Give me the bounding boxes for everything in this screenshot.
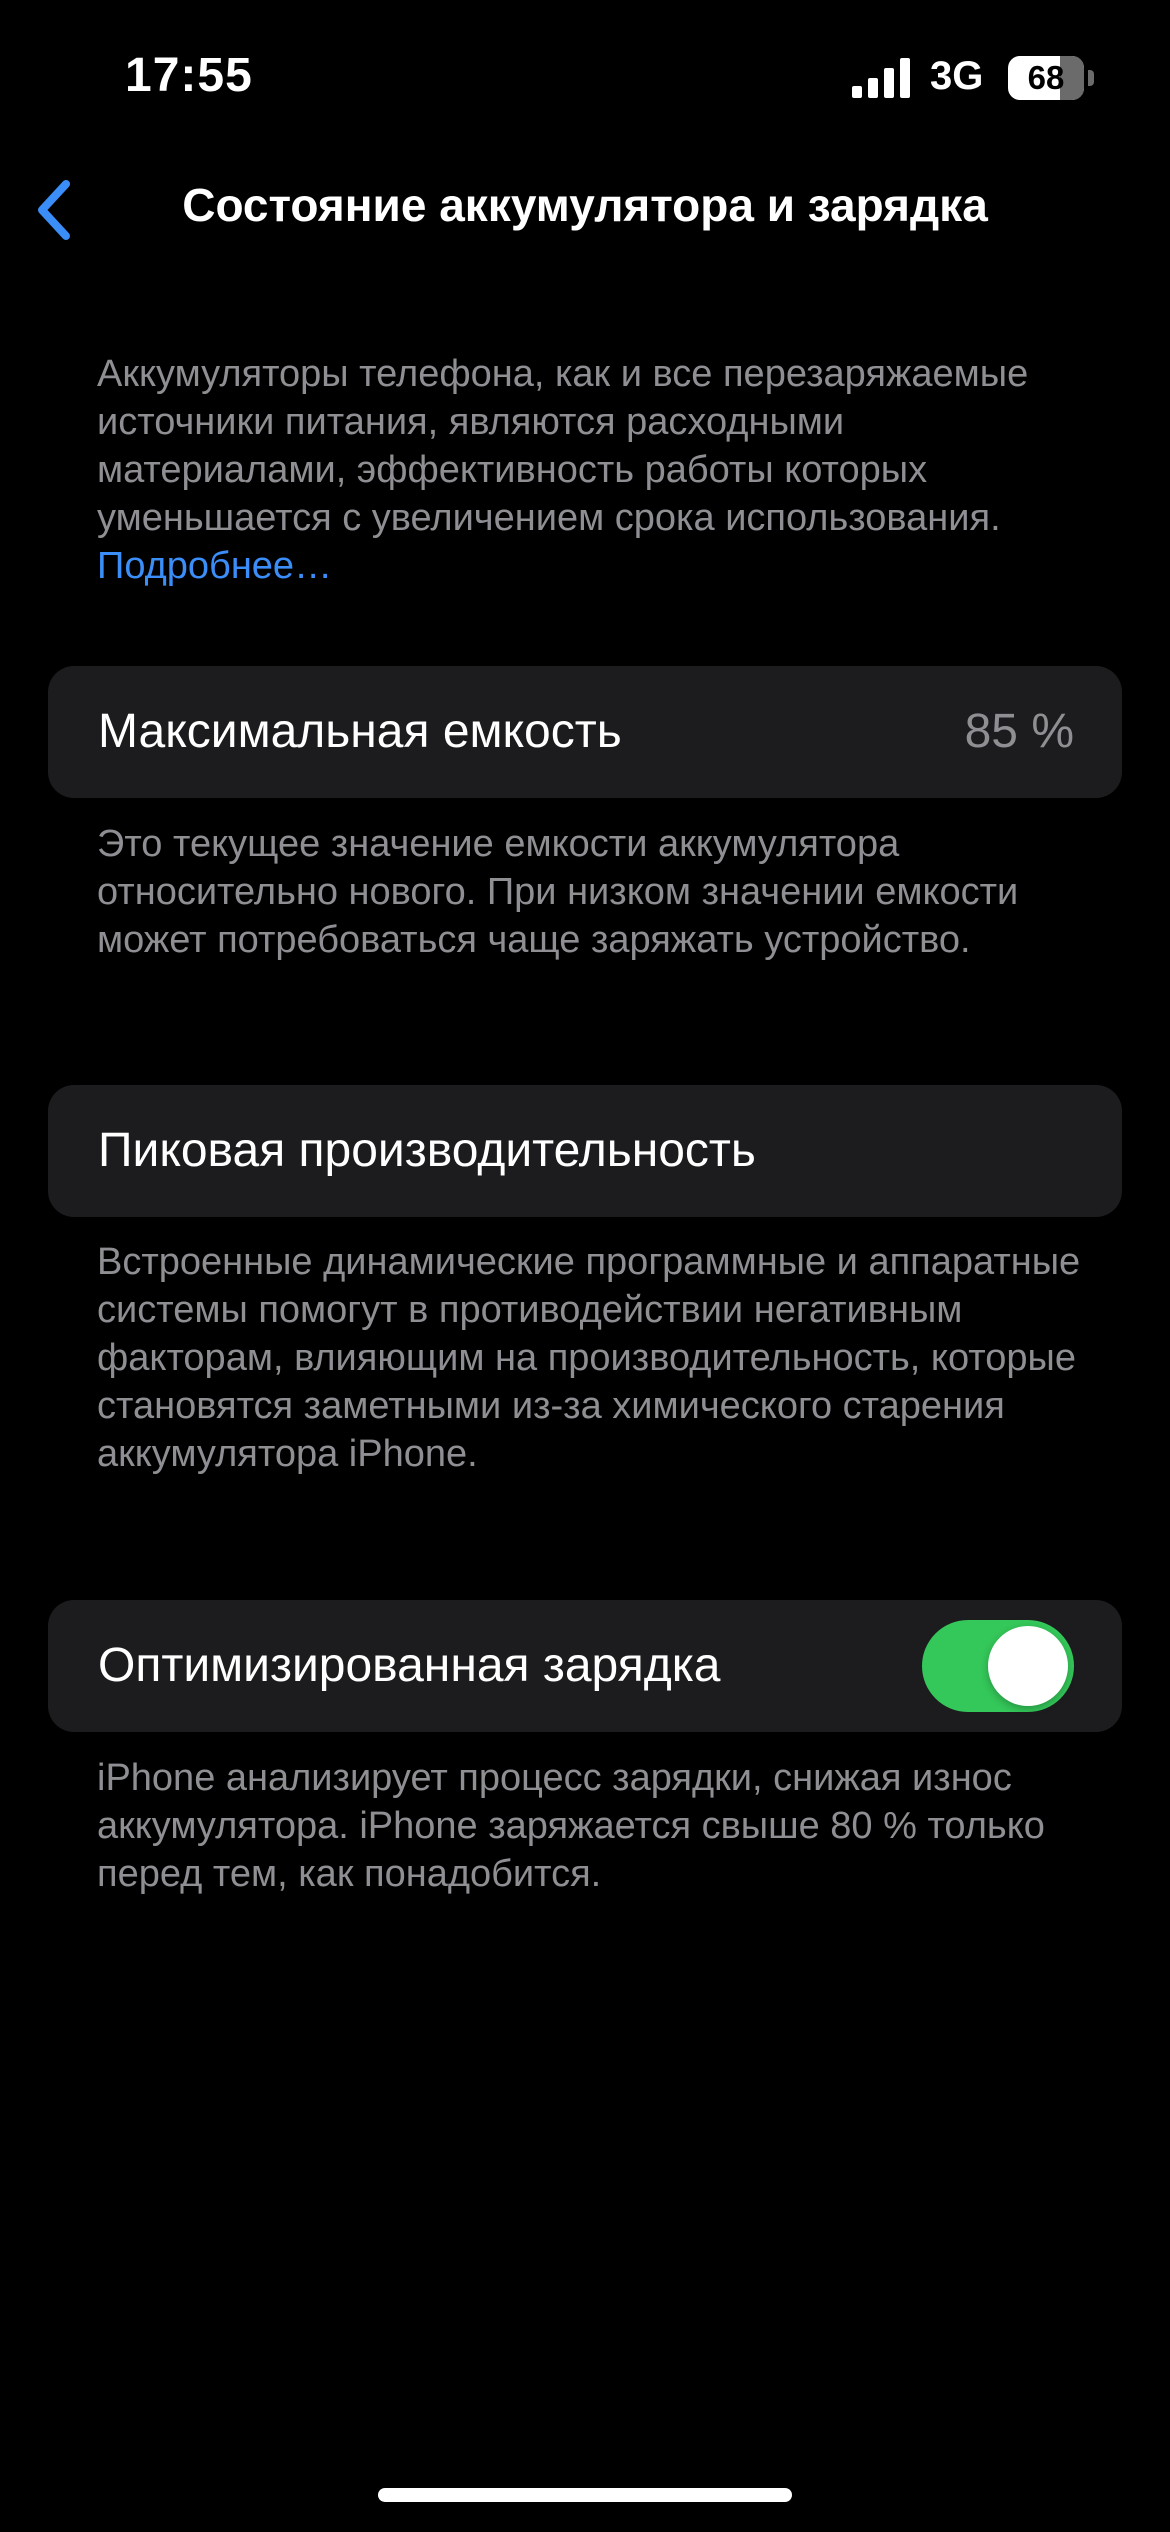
status-bar: 17:55 3G 68 [0, 0, 1170, 150]
peak-performance-label: Пиковая производительность [98, 1124, 756, 1177]
battery-body: 68 [1008, 56, 1084, 100]
max-capacity-label: Максимальная емкость [98, 705, 622, 758]
optimized-charging-label: Оптимизированная зарядка [98, 1639, 721, 1692]
status-time: 17:55 [125, 49, 253, 102]
max-capacity-description: Это текущее значение емкости аккумулятор… [97, 823, 1019, 961]
toggle-knob [988, 1626, 1068, 1706]
peak-performance-description: Встроенные динамические программные и ап… [97, 1241, 1081, 1475]
battery-icon: 68 [1008, 56, 1094, 100]
battery-cap [1088, 70, 1094, 86]
battery-percent: 68 [1027, 59, 1065, 96]
optimized-charging-toggle[interactable] [922, 1620, 1074, 1712]
back-button[interactable] [14, 170, 94, 250]
max-capacity-cell: Максимальная емкость 85 % [48, 666, 1122, 798]
intro-description: Аккумуляторы телефона, как и все перезар… [97, 350, 1097, 590]
cellular-signal-icon [852, 58, 910, 98]
peak-performance-cell[interactable]: Пиковая производительность [48, 1085, 1122, 1217]
optimized-charging-description: iPhone анализирует процесс зарядки, сниж… [97, 1757, 1045, 1895]
optimized-charging-cell: Оптимизированная зарядка [48, 1600, 1122, 1732]
page-title: Состояние аккумулятора и зарядка [182, 179, 988, 231]
max-capacity-value: 85 % [964, 705, 1074, 758]
network-type: 3G [930, 54, 984, 98]
home-indicator[interactable] [378, 2488, 792, 2502]
navigation-bar: Состояние аккумулятора и зарядка [0, 160, 1170, 260]
chevron-left-icon [38, 180, 70, 240]
learn-more-link[interactable]: Подробнее… [97, 545, 332, 587]
intro-text: Аккумуляторы телефона, как и все перезар… [97, 353, 1029, 539]
